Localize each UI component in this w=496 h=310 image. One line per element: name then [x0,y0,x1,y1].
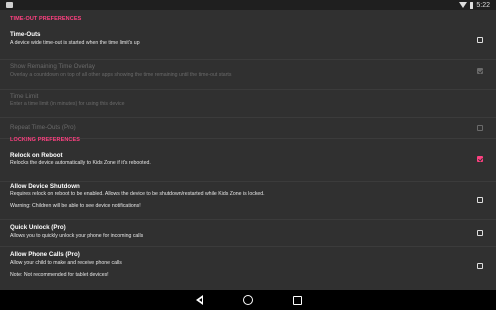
clock: 5:22 [476,1,490,9]
phone-calls-checkbox[interactable] [477,263,483,269]
section-header-locking: LOCKING PREFERENCES [10,137,81,143]
pref-repeat-timeouts: Repeat Time-Outs (Pro) [0,118,496,139]
section-header-timeout: TIME-OUT PREFERENCES [10,16,82,22]
pref-allow-shutdown[interactable]: Allow Device Shutdown Requires relock on… [0,182,496,220]
pref-title: Time-Outs [10,31,41,38]
settings-list: TIME-OUT PREFERENCES Time-Outs A device … [0,10,496,290]
pref-title: Allow Phone Calls (Pro) [10,251,80,258]
overlay-checkbox [477,68,483,74]
pref-title: Allow Device Shutdown [10,183,80,190]
wifi-icon [459,2,468,8]
status-bar: 5:22 [0,0,496,10]
quick-unlock-checkbox[interactable] [477,230,483,236]
pref-summary: A device wide time-out is started when t… [10,40,140,46]
battery-icon [470,1,474,9]
pref-summary: Relocks the device automatically to Kids… [10,160,151,166]
recent-apps-icon[interactable] [293,295,302,305]
pref-title: Repeat Time-Outs (Pro) [10,124,76,131]
navigation-bar [0,290,496,310]
pref-summary: Enter a time limit (in minutes) for usin… [10,101,125,107]
allow-shutdown-checkbox[interactable] [477,197,483,203]
timeouts-checkbox[interactable] [477,37,483,43]
notification-icon [6,2,13,8]
pref-timeouts[interactable]: Time-Outs A device wide time-out is star… [0,25,496,60]
pref-phone-calls[interactable]: Allow Phone Calls (Pro) Allow your child… [0,247,496,290]
pref-quick-unlock[interactable]: Quick Unlock (Pro) Allows you to quickly… [0,220,496,247]
pref-relock[interactable]: Relock on Reboot Relocks the device auto… [0,146,496,182]
pref-summary: Overlay a countdown on top of all other … [10,72,232,78]
pref-note: Note: Not recommended for tablet devices… [10,272,109,278]
pref-title: Show Remaining Time Overlay [10,63,95,70]
pref-title: Time Limit [10,93,39,100]
pref-summary: Allows you to quickly unlock your phone … [10,233,144,239]
repeat-checkbox [477,125,483,131]
relock-checkbox[interactable] [477,156,483,162]
pref-title: Relock on Reboot [10,152,63,159]
pref-warning: Warning: Children will be able to see de… [10,203,141,209]
pref-summary: Requires relock on reboot to be enabled.… [10,191,265,197]
pref-summary: Allow your child to make and receive pho… [10,260,122,266]
pref-time-limit: Time Limit Enter a time limit (in minute… [0,90,496,118]
pref-overlay: Show Remaining Time Overlay Overlay a co… [0,60,496,90]
home-icon[interactable] [243,295,253,305]
pref-title: Quick Unlock (Pro) [10,224,66,231]
